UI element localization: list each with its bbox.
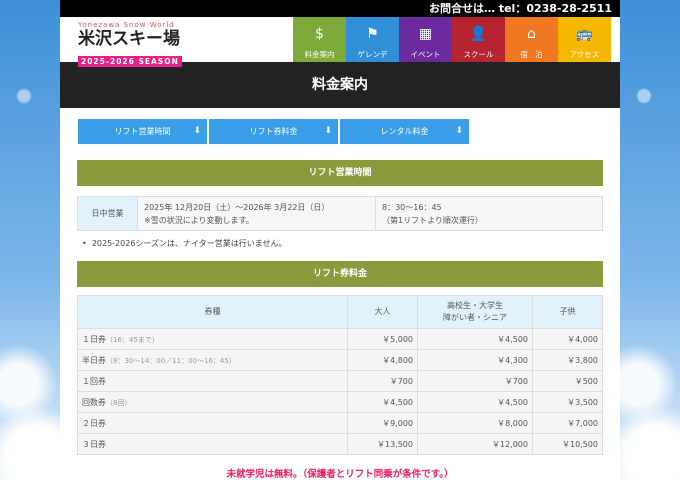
nav-item-3[interactable]: 👤 スクール	[452, 17, 505, 62]
nav-label: ゲレンデ	[357, 50, 388, 59]
price-student: ￥12,000	[417, 433, 533, 455]
anchor-lift-hours-button[interactable]: リフト営業時間 ⬇	[78, 119, 207, 144]
section-heading-prices: リフト券料金	[77, 261, 603, 287]
ticket-type: １日券（16：45まで）	[77, 328, 348, 350]
logo[interactable]: Yonezawa Snow World 米沢スキー場 2025-2026 SEA…	[78, 21, 182, 68]
season-badge: 2025-2026 SEASON	[78, 56, 182, 67]
main-nav: $ 料金案内 ⚑ ゲレンデ ▦ イベント 👤 スクール ⌂ 宿 泊 🚌 アクセス	[293, 17, 611, 62]
section-heading-hours: リフト営業時間	[77, 160, 603, 186]
ticket-type: 回数券（8回）	[77, 391, 348, 413]
anchor-rental-button[interactable]: レンタル料金 ⬇	[340, 119, 469, 144]
table-row: 半日券（8：30〜14：00／11：00〜16：45） ￥4,800 ￥4,30…	[77, 349, 603, 371]
price-student: ￥4,300	[417, 349, 533, 371]
hours-time: 8：30〜16：45	[382, 202, 442, 212]
button-label: レンタル料金	[380, 127, 429, 136]
price-adult: ￥13,500	[347, 433, 418, 455]
price-student: ￥4,500	[417, 328, 533, 350]
ticket-name: ３日券	[82, 439, 106, 449]
table-row: ３日券 ￥13,500 ￥12,000 ￥10,500	[77, 433, 603, 455]
ticket-type: １回券	[77, 370, 348, 392]
table-row: １回券 ￥700 ￥700 ￥500	[77, 370, 603, 392]
column-header: 券種	[77, 295, 348, 329]
logo-subtitle: Yonezawa Snow World	[78, 21, 175, 29]
nav-label: 宿 泊	[520, 50, 543, 59]
nav-icon: 👤	[469, 26, 488, 42]
price-adult: ￥4,500	[347, 391, 418, 413]
arrow-down-icon: ⬇	[455, 126, 463, 136]
nav-item-0[interactable]: $ 料金案内	[293, 17, 346, 62]
night-note-text: 2025-2026シーズンは、ナイター営業は行いません。	[91, 239, 287, 248]
nav-icon: ⌂	[527, 26, 536, 42]
nav-item-4[interactable]: ⌂ 宿 泊	[505, 17, 558, 62]
nav-icon: $	[315, 26, 324, 42]
nav-label: イベント	[410, 50, 441, 59]
table-row: 回数券（8回） ￥4,500 ￥4,500 ￥3,500	[77, 391, 603, 413]
price-student: ￥4,500	[417, 391, 533, 413]
hours-table: 日中営業 2025年 12月20日（土）〜2026年 3月22日（日） ※雪の状況…	[77, 196, 603, 231]
night-note: • 2025-2026シーズンは、ナイター営業は行いません。	[82, 239, 287, 248]
free-note: 未就学児は無料。（保護者とリフト同乗が条件です。）	[226, 469, 454, 480]
column-header: 高校生・大学生 障がい者・シニア	[417, 295, 533, 329]
nav-label: 料金案内	[304, 50, 335, 59]
price-student: ￥700	[417, 370, 533, 392]
header-line: 障がい者・シニア	[443, 313, 507, 322]
hours-period-note: ※雪の状況により変動します。	[144, 215, 254, 225]
column-header: 大人	[347, 295, 418, 329]
button-label: リフト券料金	[249, 127, 298, 136]
price-child: ￥3,800	[532, 349, 603, 371]
ticket-note: （16：45まで）	[106, 335, 159, 344]
price-child: ￥500	[532, 370, 603, 392]
snow-background-right	[620, 0, 680, 480]
anchor-lift-ticket-button[interactable]: リフト券料金 ⬇	[209, 119, 338, 144]
price-child: ￥10,500	[532, 433, 603, 455]
nav-label: アクセス	[569, 50, 600, 59]
ticket-type: ３日券	[77, 433, 348, 455]
table-row: ２日券 ￥9,000 ￥8,000 ￥7,000	[77, 412, 603, 434]
ticket-name: １日券	[82, 334, 106, 344]
logo-name: 米沢スキー場	[78, 29, 180, 49]
ticket-type: ２日券	[77, 412, 348, 434]
header: Yonezawa Snow World 米沢スキー場 2025-2026 SEA…	[60, 17, 620, 67]
ticket-type: 半日券（8：30〜14：00／11：00〜16：45）	[77, 349, 348, 371]
arrow-down-icon: ⬇	[324, 126, 332, 136]
ticket-note: （8回）	[106, 398, 132, 407]
hours-label: 日中営業	[77, 196, 138, 231]
price-adult: ￥5,000	[347, 328, 418, 350]
price-adult: ￥4,800	[347, 349, 418, 371]
hours-period: 2025年 12月20日（土）〜2026年 3月22日（日）	[144, 202, 330, 212]
snow-background-left	[0, 0, 60, 480]
page-title: 料金案内	[60, 62, 620, 108]
nav-label: スクール	[463, 50, 494, 59]
price-child: ￥7,000	[532, 412, 603, 434]
header-line: 高校生・大学生	[447, 301, 503, 310]
page: お問合せは… tel：0238-28-2511 Yonezawa Snow Wo…	[60, 0, 620, 480]
arrow-down-icon: ⬇	[193, 126, 201, 136]
price-child: ￥3,500	[532, 391, 603, 413]
nav-item-2[interactable]: ▦ イベント	[399, 17, 452, 62]
price-adult: ￥700	[347, 370, 418, 392]
ticket-name: 回数券	[82, 397, 106, 407]
price-table: 券種 大人 高校生・大学生 障がい者・シニア 子供 １日券（16：45まで） ￥5…	[77, 295, 603, 455]
price-adult: ￥9,000	[347, 412, 418, 434]
nav-icon: ▦	[418, 26, 433, 42]
hours-time-note: （第1リフトより順次運行）	[382, 215, 483, 225]
contact-bar: お問合せは… tel：0238-28-2511	[60, 0, 620, 17]
ticket-note: （8：30〜14：00／11：00〜16：45）	[106, 356, 236, 365]
column-header: 子供	[532, 295, 603, 329]
button-label: リフト営業時間	[114, 127, 171, 136]
nav-icon: 🚌	[575, 26, 594, 42]
ticket-name: 半日券	[82, 355, 106, 365]
ticket-name: ２日券	[82, 418, 106, 428]
nav-icon: ⚑	[366, 26, 379, 42]
table-row: １日券（16：45まで） ￥5,000 ￥4,500 ￥4,000	[77, 328, 603, 350]
anchor-buttons: リフト営業時間 ⬇ リフト券料金 ⬇ レンタル料金 ⬇	[78, 119, 469, 144]
price-child: ￥4,000	[532, 328, 603, 350]
nav-item-1[interactable]: ⚑ ゲレンデ	[346, 17, 399, 62]
nav-item-5[interactable]: 🚌 アクセス	[558, 17, 611, 62]
price-student: ￥8,000	[417, 412, 533, 434]
ticket-name: １回券	[82, 376, 106, 386]
